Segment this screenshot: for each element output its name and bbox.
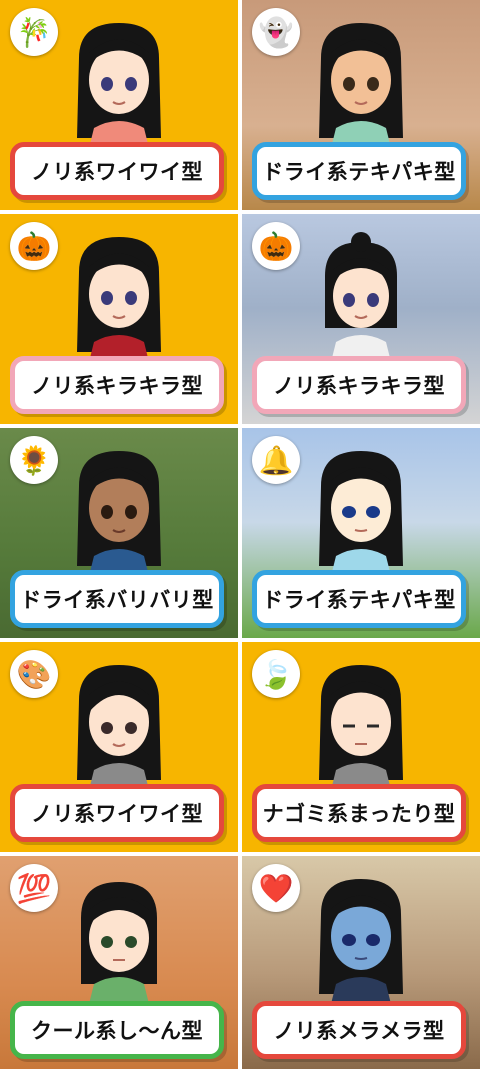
- tile-4: 🎃 ノリ系キラキラ型: [242, 214, 480, 424]
- tile-5: 🌻 ドライ系バリバリ型: [0, 428, 238, 638]
- tile-9: 💯 クール系し〜ん型: [0, 856, 238, 1069]
- mii-avatar: [319, 451, 403, 576]
- type-label: ノリ系メラメラ型: [252, 1001, 466, 1059]
- mii-avatar: [81, 882, 157, 1004]
- type-label: ドライ系テキパキ型: [252, 142, 466, 200]
- mii-avatar: [319, 23, 403, 148]
- mii-avatar: [325, 232, 397, 362]
- tile-1: 🎋 ノリ系ワイワイ型: [0, 0, 238, 210]
- tile-2: 👻 ドライ系テキパキ型: [242, 0, 480, 210]
- tile-8: 🍃 ナゴミ系まったり型: [242, 642, 480, 852]
- type-label: クール系し〜ん型: [10, 1001, 224, 1059]
- mii-avatar: [77, 665, 161, 790]
- type-label: ドライ系テキパキ型: [252, 570, 466, 628]
- mii-avatar: [77, 237, 161, 362]
- type-label: ノリ系キラキラ型: [10, 356, 224, 414]
- tile-10: ❤️ ノリ系メラメラ型: [242, 856, 480, 1069]
- tile-6: 🔔 ドライ系テキパキ型: [242, 428, 480, 638]
- mii-avatar: [77, 451, 161, 576]
- type-label: ナゴミ系まったり型: [252, 784, 466, 842]
- type-label: ノリ系ワイワイ型: [10, 142, 224, 200]
- tile-3: 🎃 ノリ系キラキラ型: [0, 214, 238, 424]
- type-label: ノリ系キラキラ型: [252, 356, 466, 414]
- personality-grid: 🎋 ノリ系ワイワイ型 👻 ドライ系テキパキ型 🎃 ノリ系キラキラ型 🎃 ノリ系キ…: [0, 0, 480, 1069]
- type-label: ノリ系ワイワイ型: [10, 784, 224, 842]
- mii-avatar: [77, 23, 161, 148]
- mii-avatar: [319, 665, 403, 790]
- tile-7: 🎨 ノリ系ワイワイ型: [0, 642, 238, 852]
- mii-avatar: [319, 879, 403, 1004]
- type-label: ドライ系バリバリ型: [10, 570, 224, 628]
